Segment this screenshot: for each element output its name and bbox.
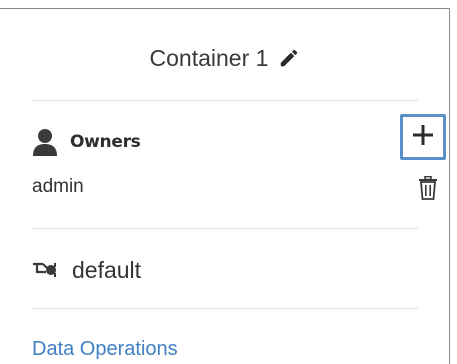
data-operations-link[interactable]: Data Operations: [32, 338, 178, 361]
connection-value: default: [72, 256, 142, 283]
divider: [32, 228, 418, 229]
person-icon: [32, 128, 58, 156]
divider: [32, 308, 418, 309]
container-panel: Container 1 Owners admin default Data Op…: [0, 0, 457, 364]
pencil-icon[interactable]: [278, 47, 300, 69]
owners-header: Owners: [32, 120, 418, 164]
connection-row: default: [32, 254, 141, 286]
owners-label: Owners: [70, 132, 141, 152]
panel-right-border: [449, 8, 450, 364]
trash-icon[interactable]: [418, 175, 438, 200]
plus-icon: [411, 123, 435, 152]
panel-top-border: [0, 8, 449, 9]
container-title-row: Container 1: [30, 38, 420, 78]
add-owner-button[interactable]: [400, 114, 446, 160]
container-title: Container 1: [149, 44, 269, 71]
divider: [32, 100, 418, 101]
cable-icon: [32, 260, 60, 280]
owner-name: admin: [32, 176, 84, 197]
